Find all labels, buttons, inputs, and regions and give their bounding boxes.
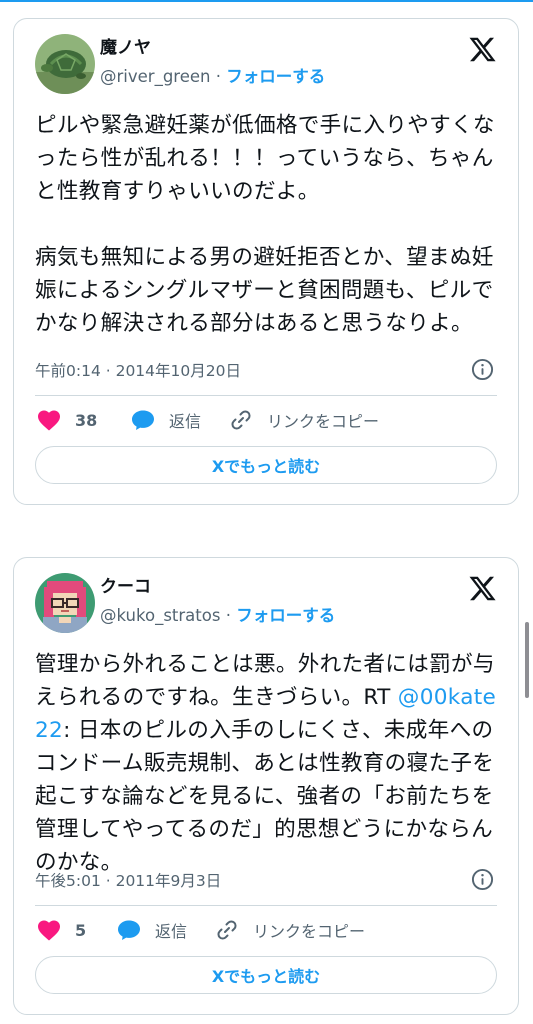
info-icon[interactable] xyxy=(471,358,494,381)
reply-button[interactable]: 返信 xyxy=(131,405,201,435)
timestamp[interactable]: 午後5:01 · 2011年9月3日 xyxy=(35,869,221,891)
tweet-card[interactable]: クーコ @kuko_stratos · フォローする 管理から外れることは悪。外… xyxy=(13,557,519,1015)
avatar[interactable] xyxy=(35,573,95,633)
separator-dot: · xyxy=(215,67,221,86)
turtle-avatar-image xyxy=(35,34,95,94)
pixel-character-avatar-image xyxy=(35,573,95,633)
handle-line: @river_green · フォローする xyxy=(100,66,325,88)
tweet-text-part: : 日本のピルの入手のしにくさ、未成年へのコンドーム販売規制、あとは性教育の寝た… xyxy=(35,718,495,875)
x-logo-icon[interactable] xyxy=(468,574,497,603)
avatar[interactable] xyxy=(35,34,95,94)
handle-line: @kuko_stratos · フォローする xyxy=(100,605,335,627)
read-more-button[interactable]: Xでもっと読む xyxy=(35,956,497,994)
reply-bubble-icon xyxy=(118,920,140,940)
separator-dot: · xyxy=(225,606,231,625)
tweet-text: 管理から外れることは悪。外れた者には罰が与えられるのですね。生きづらい。RT @… xyxy=(35,648,504,879)
divider xyxy=(35,395,497,396)
scrollbar[interactable] xyxy=(525,622,529,698)
like-button[interactable]: 38 xyxy=(37,405,97,435)
link-icon xyxy=(217,920,237,940)
heart-icon xyxy=(38,920,60,941)
reply-label: 返信 xyxy=(169,412,202,431)
action-bar: 5 返信 リンクをコピー xyxy=(35,915,497,945)
display-name[interactable]: クーコ xyxy=(100,576,151,598)
tweet-card[interactable]: 魔ノヤ @river_green · フォローする ピルや緊急避妊薬が低価格で手… xyxy=(13,18,519,505)
copy-link-button[interactable]: リンクをコピー xyxy=(229,405,379,435)
follow-button[interactable]: フォローする xyxy=(236,606,335,625)
timestamp[interactable]: 午前0:14 · 2014年10月20日 xyxy=(35,359,241,381)
handle[interactable]: @river_green xyxy=(100,67,210,86)
reply-bubble-icon xyxy=(132,410,154,430)
reply-button[interactable]: 返信 xyxy=(117,915,187,945)
follow-button[interactable]: フォローする xyxy=(226,67,325,86)
link-icon xyxy=(231,410,251,430)
like-count: 5 xyxy=(75,920,87,940)
read-more-button[interactable]: Xでもっと読む xyxy=(35,446,497,484)
x-logo-icon[interactable] xyxy=(468,35,497,64)
reply-label: 返信 xyxy=(155,922,188,941)
action-bar: 38 返信 リンクをコピー xyxy=(35,405,497,435)
like-button[interactable]: 5 xyxy=(37,915,86,945)
like-count: 38 xyxy=(75,410,98,430)
copy-link-button[interactable]: リンクをコピー xyxy=(215,915,365,945)
copy-link-label: リンクをコピー xyxy=(267,412,380,431)
copy-link-label: リンクをコピー xyxy=(253,922,366,941)
tweet-text: ピルや緊急避妊薬が低価格で手に入りやすくなったら性が乱れる！！！っていうなら、ち… xyxy=(35,113,495,336)
display-name[interactable]: 魔ノヤ xyxy=(100,37,151,59)
handle[interactable]: @kuko_stratos xyxy=(100,606,220,625)
info-icon[interactable] xyxy=(471,868,494,891)
divider xyxy=(35,905,497,906)
top-accent-line xyxy=(0,0,533,2)
heart-icon xyxy=(38,410,60,431)
